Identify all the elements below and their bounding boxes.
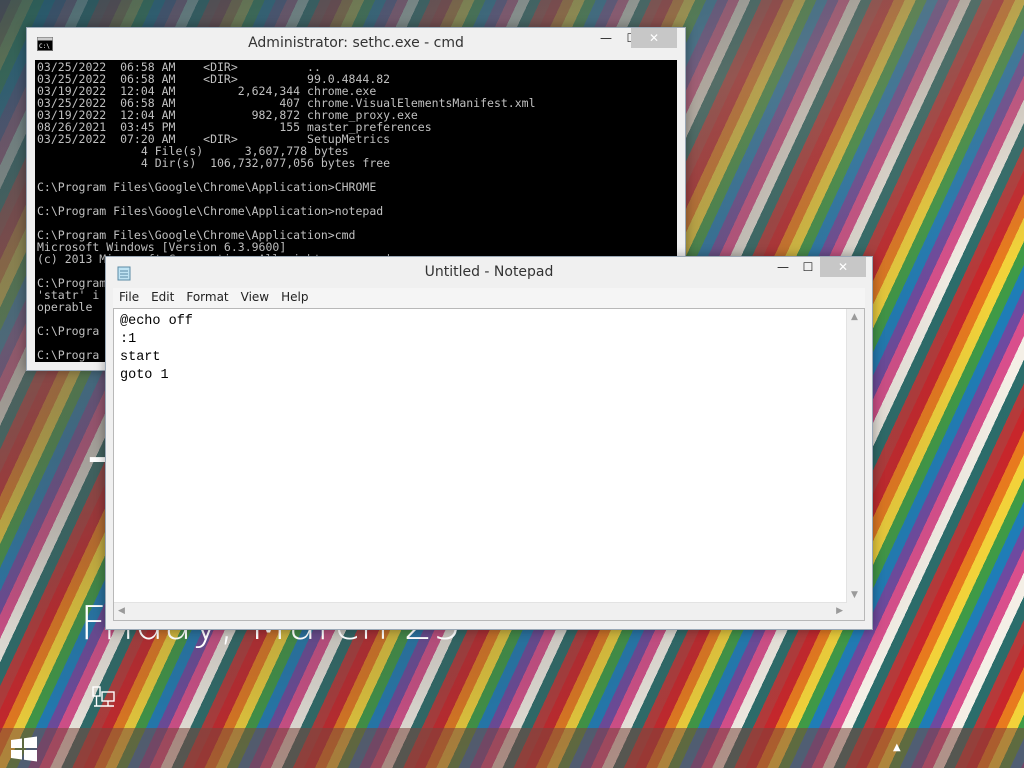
vertical-scrollbar[interactable]: ▲ ▼: [846, 309, 864, 603]
menu-edit[interactable]: Edit: [145, 288, 180, 306]
notepad-close-button[interactable]: ✕: [820, 257, 866, 277]
scroll-left-icon[interactable]: ◀: [118, 606, 125, 616]
notepad-window[interactable]: Untitled - Notepad — ☐ ✕ File Edit Format V…: [105, 256, 873, 630]
network-icon[interactable]: [92, 686, 116, 708]
scroll-down-icon[interactable]: ▼: [851, 590, 858, 600]
notepad-editor[interactable]: @echo off :1 start goto 1 ▲ ▼ ◀ ▶: [113, 308, 865, 621]
notepad-titlebar[interactable]: Untitled - Notepad — ☐ ✕: [106, 257, 872, 287]
notepad-text[interactable]: @echo off :1 start goto 1: [120, 313, 193, 385]
windows-start-icon[interactable]: [10, 736, 38, 762]
notepad-minimize-button[interactable]: —: [770, 257, 796, 277]
notepad-menubar: File Edit Format View Help: [113, 288, 865, 308]
menu-format[interactable]: Format: [180, 288, 234, 306]
scroll-up-icon[interactable]: ▲: [851, 312, 858, 322]
menu-view[interactable]: View: [235, 288, 275, 306]
cmd-close-button[interactable]: ✕: [631, 28, 677, 48]
menu-file[interactable]: File: [113, 288, 145, 306]
menu-help[interactable]: Help: [275, 288, 314, 306]
tray-chevron-up-icon[interactable]: ▲: [893, 742, 901, 753]
notepad-maximize-button[interactable]: ☐: [795, 257, 821, 277]
notepad-title: Untitled - Notepad: [424, 264, 554, 280]
size-grip[interactable]: [847, 603, 864, 620]
cmd-titlebar[interactable]: C:\ Administrator: sethc.exe - cmd — ☐ ✕: [27, 28, 685, 58]
scroll-right-icon[interactable]: ▶: [836, 606, 843, 616]
cmd-minimize-button[interactable]: —: [593, 28, 619, 48]
horizontal-scrollbar[interactable]: ◀ ▶: [114, 602, 847, 620]
cmd-title: Administrator: sethc.exe - cmd: [248, 35, 464, 51]
taskbar: ▲: [0, 728, 1024, 768]
